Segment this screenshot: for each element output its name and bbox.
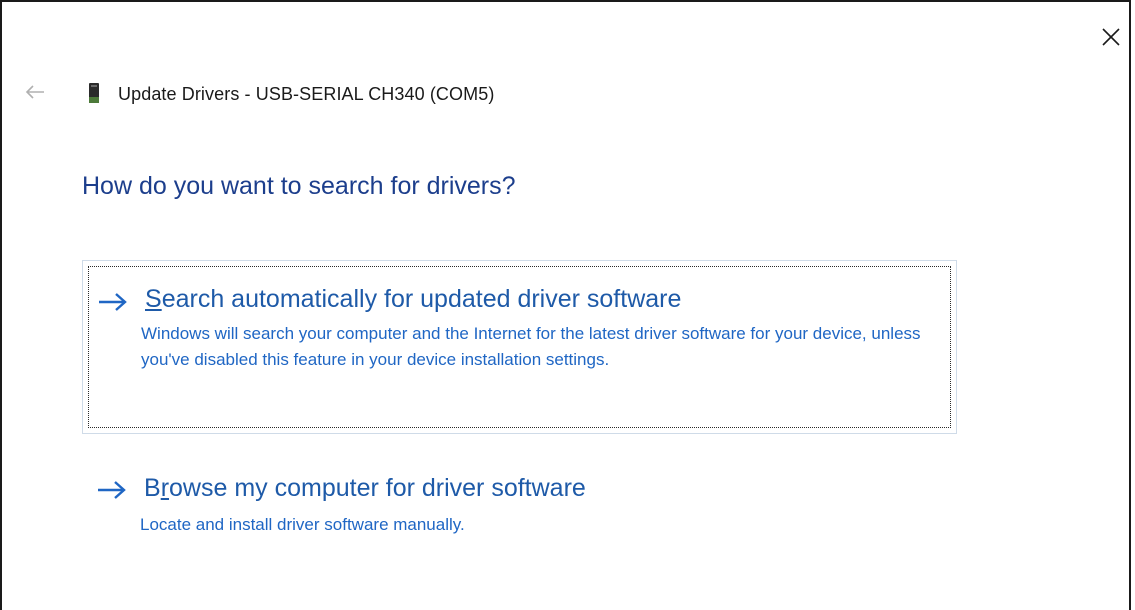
search-automatically-option[interactable]: Search automatically for updated driver … — [82, 260, 957, 434]
browse-computer-option[interactable]: Browse my computer for driver software L… — [82, 462, 957, 552]
window-title: Update Drivers - USB-SERIAL CH340 (COM5) — [118, 84, 495, 104]
option-description: Windows will search your computer and th… — [141, 324, 921, 369]
option-title: Search automatically for updated driver … — [145, 285, 682, 313]
option-title: Browse my computer for driver software — [144, 474, 586, 502]
close-button[interactable] — [1098, 24, 1124, 50]
right-arrow-icon — [98, 481, 126, 499]
back-arrow-icon — [25, 85, 44, 99]
right-arrow-icon — [99, 293, 127, 311]
back-button[interactable] — [24, 82, 46, 102]
page-heading: How do you want to search for drivers? — [82, 172, 516, 200]
update-drivers-window: Update Drivers - USB-SERIAL CH340 (COM5)… — [0, 0, 1131, 610]
access-key: S — [145, 285, 162, 313]
close-icon — [1102, 28, 1120, 46]
option-description: Locate and install driver software manua… — [140, 515, 465, 534]
usb-device-icon — [86, 82, 102, 104]
access-key: r — [160, 474, 170, 502]
